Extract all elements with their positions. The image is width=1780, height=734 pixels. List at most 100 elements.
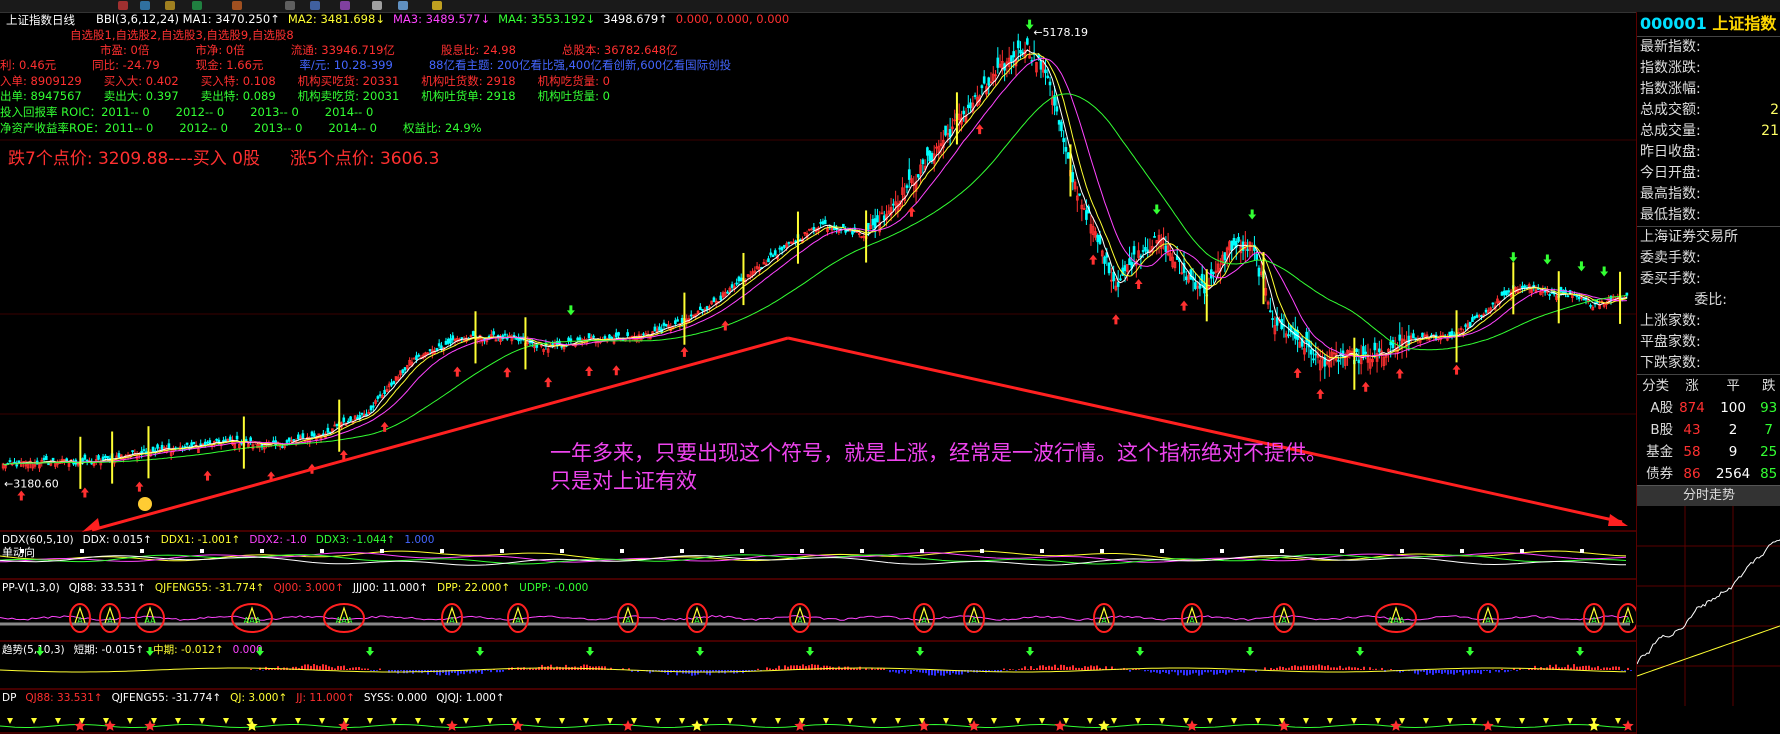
candle xyxy=(928,150,931,162)
quote-row: 最新指数: xyxy=(1637,37,1780,58)
trend-bar xyxy=(1264,667,1266,670)
trend-bar xyxy=(1273,668,1275,670)
toolbar-tool-icon[interactable] xyxy=(340,1,350,10)
indicator-panels[interactable]: DDX(60,5,10) DDX: 0.015↑ DDX1: -1.001↑ DDX2… xyxy=(0,532,1636,734)
quote-row: 最低指数: xyxy=(1637,205,1780,226)
candle xyxy=(989,72,993,84)
candle xyxy=(907,158,911,188)
toolbar-tool-icon[interactable] xyxy=(192,1,202,10)
trend-bar xyxy=(667,670,669,675)
quote-label: 上涨家数: xyxy=(1640,313,1701,329)
trend-bar xyxy=(1576,666,1578,670)
dp-tick-icon xyxy=(487,718,493,724)
toolbar-tool-icon[interactable] xyxy=(118,1,128,10)
candle xyxy=(1066,152,1070,159)
trend-arrow-icon xyxy=(476,647,484,656)
candle xyxy=(1300,335,1304,350)
trend-arrow-icon xyxy=(1576,647,1584,656)
candle xyxy=(735,278,738,287)
buy-arrow-icon xyxy=(1089,254,1098,265)
toolbar-tool-icon[interactable] xyxy=(165,1,175,10)
trend-bar xyxy=(1432,670,1434,675)
candle xyxy=(1457,328,1461,335)
candle xyxy=(1100,249,1104,264)
dp-tick-icon xyxy=(1159,718,1165,724)
trend-bar xyxy=(409,670,411,672)
trend-bar xyxy=(1618,666,1620,670)
trend-bar xyxy=(1630,670,1632,671)
candle xyxy=(994,70,997,86)
dp-tick-icon xyxy=(103,718,109,724)
signal-label: A xyxy=(1625,616,1631,625)
dp-tick-icon xyxy=(55,718,61,724)
candle xyxy=(1246,239,1249,258)
buy-arrow-icon xyxy=(453,366,462,377)
trend-bar xyxy=(391,670,393,672)
dp-tick-icon xyxy=(295,718,301,724)
quote-label: 委买手数: xyxy=(1640,271,1701,287)
trend-bar xyxy=(1222,670,1224,673)
trend-bar xyxy=(313,664,315,670)
trend-bar xyxy=(1063,665,1065,670)
candle xyxy=(1048,76,1052,97)
category-count: 9 xyxy=(1728,444,1738,460)
candle xyxy=(1298,334,1302,348)
candle xyxy=(383,386,386,397)
star-icon xyxy=(1482,720,1494,731)
candle xyxy=(1393,336,1397,358)
dp-tick-icon xyxy=(463,718,469,724)
buy-arrow-icon xyxy=(1134,278,1143,289)
dp-tick-icon xyxy=(439,718,445,724)
candle xyxy=(1530,287,1533,297)
indicator-value: DDX1: -1.001↑ xyxy=(161,534,241,546)
toolbar-tool-icon[interactable] xyxy=(285,1,295,10)
dp-tick-icon xyxy=(1015,718,1021,724)
trend-bar xyxy=(778,665,780,670)
ddx-dot xyxy=(740,549,744,553)
toolbar-tool-icon[interactable] xyxy=(310,1,320,10)
toolbar-tool-icon[interactable] xyxy=(372,1,382,10)
candle xyxy=(1239,239,1243,265)
candle xyxy=(1146,238,1150,258)
candle xyxy=(592,334,595,339)
symbol-title[interactable]: 000001 上证指数 xyxy=(1637,12,1780,37)
candle xyxy=(1364,344,1368,360)
toolbar-tool-icon[interactable] xyxy=(140,1,150,10)
trend-bar xyxy=(892,670,894,672)
candle xyxy=(1110,267,1113,293)
trend-bar xyxy=(1171,670,1173,672)
candle xyxy=(1132,240,1136,267)
candle xyxy=(832,222,836,231)
toolbar-tool-icon[interactable] xyxy=(432,1,442,10)
trend-bar xyxy=(1351,667,1353,670)
trend-arrow-icon xyxy=(1136,647,1144,656)
intraday-button[interactable]: 分时走势 xyxy=(1637,485,1780,506)
intraday-mini-chart[interactable] xyxy=(1637,506,1780,706)
main-candlestick-chart[interactable]: ←5178.19 ←3180.60 一年多来，只要出现这个符号，就是上涨，经常是一波… xyxy=(0,12,1636,532)
candle xyxy=(998,54,1002,69)
ddx-dot xyxy=(440,549,444,553)
dp-tick-icon xyxy=(871,718,877,724)
candle xyxy=(478,334,482,344)
ddx-dot xyxy=(1280,549,1284,553)
trend-bar xyxy=(379,668,381,670)
indicator-value: DDX3: -1.044↑ xyxy=(316,534,396,546)
toolbar-tool-icon[interactable] xyxy=(398,1,408,10)
trend-bar xyxy=(1036,668,1038,670)
arrow-left-line xyxy=(91,336,789,532)
dp-tick-icon xyxy=(703,718,709,724)
candle xyxy=(480,337,484,347)
candle xyxy=(51,457,55,461)
ddx-dot xyxy=(1100,549,1104,553)
candle xyxy=(1269,297,1272,313)
exchange-label: 上海证券交易所 xyxy=(1637,226,1780,248)
candle xyxy=(542,348,545,355)
trend-bar xyxy=(1147,670,1149,671)
dp-tick-icon xyxy=(175,718,181,724)
toolbar-tool-icon[interactable] xyxy=(232,1,242,10)
candle xyxy=(1543,286,1547,296)
table-row: 基金 58 9 25 xyxy=(1637,441,1780,463)
trend-bar xyxy=(1579,666,1581,670)
trend-bar xyxy=(1045,666,1047,670)
trend-bar xyxy=(883,668,885,670)
